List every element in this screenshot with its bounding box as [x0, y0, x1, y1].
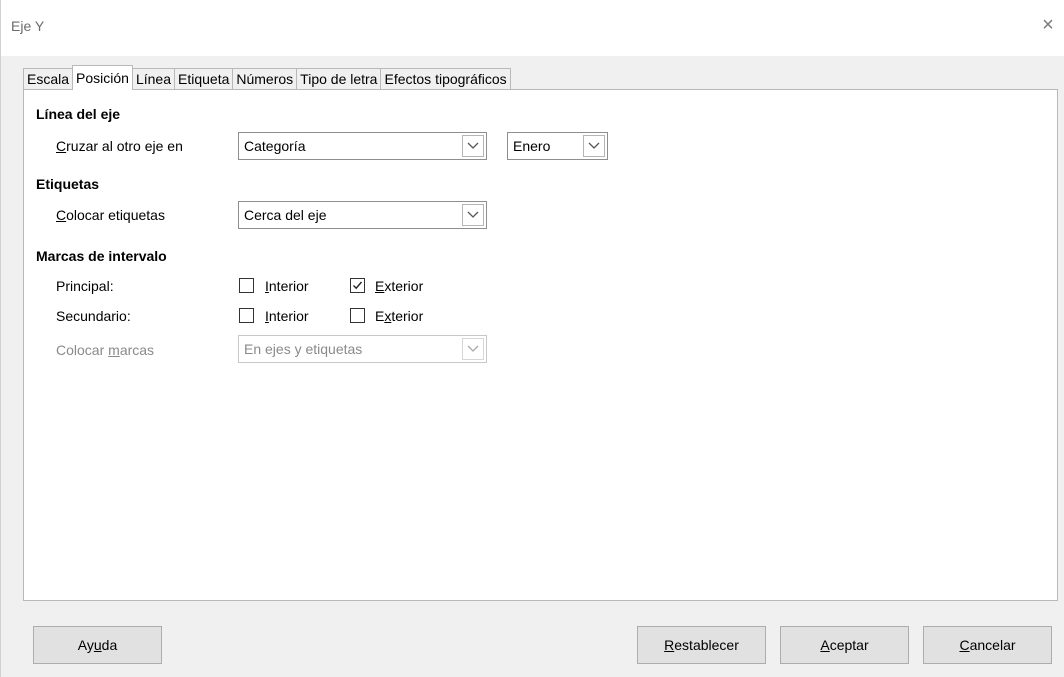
tab-escala[interactable]: Escala [23, 68, 74, 90]
major-outer-checkbox[interactable] [350, 278, 365, 293]
cross-axis-select[interactable]: Categoría [238, 132, 487, 160]
place-marks-text: arcas [119, 342, 155, 358]
axis-dialog: Eje Y × Escala Posición Línea Etiqueta N… [0, 0, 1064, 677]
major-inner-text: nterior [268, 278, 309, 294]
help-text: da [101, 637, 118, 653]
category-select[interactable]: Enero [507, 132, 608, 160]
chevron-down-icon[interactable] [462, 204, 484, 226]
cancel-text: ancelar [969, 637, 1016, 653]
minor-inner-text: nterior [268, 308, 309, 324]
window-title: Eje Y [11, 18, 45, 34]
major-outer-text: xterior [384, 278, 424, 294]
minor-outer-prefix: E [375, 308, 385, 324]
close-icon[interactable]: × [1037, 14, 1059, 36]
tab-etiqueta[interactable]: Etiqueta [174, 68, 234, 90]
cross-axis-label: Cruzar al otro eje en [56, 138, 183, 154]
place-labels-value: Cerca del eje [244, 207, 327, 223]
help-prefix: Ay [77, 637, 94, 653]
chevron-down-icon[interactable] [462, 135, 484, 157]
tab-bar: Escala Posición Línea Etiqueta Números T… [23, 65, 511, 90]
tab-tipo-de-letra[interactable]: Tipo de letra [296, 68, 382, 90]
major-inner-checkbox[interactable] [239, 278, 254, 293]
cross-axis-label-text: ruzar al otro eje en [66, 138, 183, 154]
title-bar: Eje Y × [1, 0, 1064, 56]
place-marks-mnemonic: m [108, 342, 120, 358]
cancel-button[interactable]: Cancelar [923, 626, 1052, 664]
interval-marks-heading: Marcas de intervalo [36, 248, 167, 264]
tab-efectos-tipograficos[interactable]: Efectos tipográficos [380, 68, 511, 90]
cross-axis-label-mnemonic: C [56, 138, 67, 154]
cross-axis-value: Categoría [244, 138, 306, 154]
place-labels-label: Colocar etiquetas [56, 207, 165, 223]
major-marks-label: Principal: [56, 278, 114, 294]
reset-text: establecer [674, 637, 739, 653]
major-outer-mnemonic: E [375, 278, 385, 294]
tab-linea[interactable]: Línea [131, 68, 175, 90]
place-marks-label: Colocar marcas [56, 342, 154, 358]
place-marks-value: En ejes y etiquetas [244, 341, 363, 357]
chevron-down-icon[interactable] [583, 135, 605, 157]
major-outer-label: Exterior [375, 278, 423, 294]
minor-inner-checkbox[interactable] [239, 308, 254, 323]
position-tab-panel: Línea del eje Cruzar al otro eje en Cate… [23, 89, 1058, 601]
place-labels-mnemonic: C [56, 207, 67, 223]
tab-posicion[interactable]: Posición [72, 65, 133, 90]
chevron-down-icon [462, 338, 484, 360]
labels-heading: Etiquetas [36, 176, 100, 192]
place-marks-select: En ejes y etiquetas [238, 335, 487, 363]
ok-button[interactable]: Aceptar [780, 626, 909, 664]
tab-numeros[interactable]: Números [232, 68, 298, 90]
major-inner-label: Interior [265, 278, 309, 294]
reset-mnemonic: R [664, 637, 675, 653]
minor-marks-label: Secundario: [56, 308, 131, 324]
help-button[interactable]: Ayuda [33, 626, 162, 664]
place-marks-prefix: Colocar [56, 342, 109, 358]
cancel-mnemonic: C [959, 637, 970, 653]
ok-text: ceptar [829, 637, 869, 653]
reset-button[interactable]: Restablecer [637, 626, 766, 664]
category-value: Enero [513, 138, 551, 154]
place-labels-select[interactable]: Cerca del eje [238, 201, 487, 229]
minor-outer-checkbox[interactable] [350, 308, 365, 323]
minor-outer-label: Exterior [375, 308, 423, 324]
ok-mnemonic: A [820, 637, 830, 653]
minor-inner-label: Interior [265, 308, 309, 324]
checkmark-icon [353, 281, 363, 290]
axis-line-heading: Línea del eje [36, 106, 121, 122]
minor-outer-text: terior [391, 308, 424, 324]
help-mnemonic: u [93, 637, 102, 653]
place-labels-text: olocar etiquetas [66, 207, 165, 223]
